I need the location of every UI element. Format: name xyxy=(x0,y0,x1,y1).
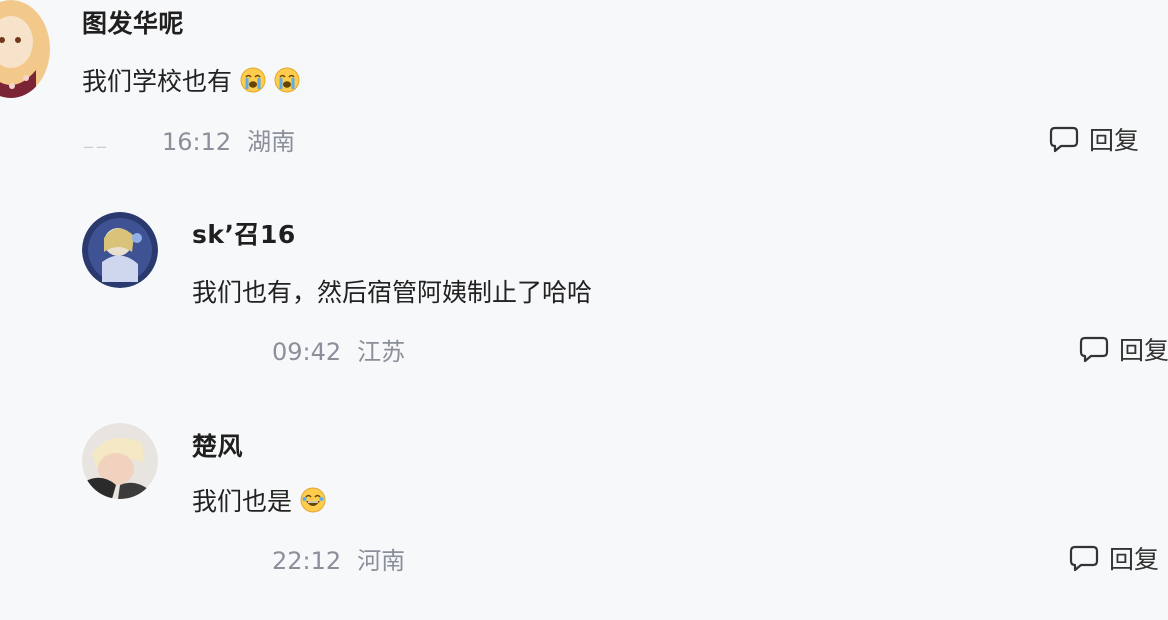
comment-text: 我们学校也有 xyxy=(82,62,300,98)
comment-meta: 16:12 湖南 xyxy=(162,122,295,157)
comment-location: 湖南 xyxy=(247,128,296,156)
reply-label: 回复 xyxy=(1119,336,1168,365)
comment-bubble-icon xyxy=(1079,336,1109,363)
comment-location: 河南 xyxy=(357,547,406,575)
comment-text: 我们也有，然后宿管阿姨制止了哈哈 xyxy=(192,273,592,309)
blurred-divider: __ xyxy=(84,128,110,149)
reply-label: 回复 xyxy=(1089,126,1140,155)
comment-username[interactable]: 图发华呢 xyxy=(82,4,184,40)
laughing-emoji-icon xyxy=(300,487,326,513)
reply-label: 回复 xyxy=(1109,545,1160,574)
comment-item: 楚风 我们也是 22:12 河南 回复 xyxy=(0,415,1168,605)
avatar[interactable] xyxy=(0,0,50,98)
comment-meta: 09:42 江苏 xyxy=(272,332,405,367)
comment-username[interactable]: skʼ召16 xyxy=(192,215,296,251)
comment-text-content: 我们学校也有 xyxy=(82,67,233,96)
comment-text: 我们也是 xyxy=(192,482,326,518)
comment-time: 16:12 xyxy=(162,128,232,156)
reply-button[interactable]: 回复 xyxy=(1049,121,1139,157)
comment-location: 江苏 xyxy=(357,338,406,366)
comment-item: 图发华呢 我们学校也有 __ 16:12 湖南 回复 xyxy=(0,0,1168,170)
reply-button[interactable]: 回复 xyxy=(1079,331,1168,367)
crying-emoji-icon xyxy=(240,67,266,93)
comment-bubble-icon xyxy=(1069,545,1099,572)
avatar[interactable] xyxy=(82,212,158,288)
comment-item: skʼ召16 我们也有，然后宿管阿姨制止了哈哈 09:42 江苏 回复 xyxy=(0,205,1168,385)
comment-text-content: 我们也有，然后宿管阿姨制止了哈哈 xyxy=(192,278,593,307)
comment-time: 09:42 xyxy=(272,338,342,366)
comment-text-content: 我们也是 xyxy=(192,487,293,516)
comment-thread: 图发华呢 我们学校也有 __ 16:12 湖南 回复 skʼ召16 我们也有，然… xyxy=(0,0,1168,620)
comment-username[interactable]: 楚风 xyxy=(192,427,261,463)
comment-meta: 22:12 河南 xyxy=(272,541,405,576)
comment-time: 22:12 xyxy=(272,547,342,575)
reply-button[interactable]: 回复 xyxy=(1069,540,1159,576)
crying-emoji-icon xyxy=(274,67,300,93)
comment-bubble-icon xyxy=(1049,126,1079,153)
avatar[interactable] xyxy=(82,423,158,499)
